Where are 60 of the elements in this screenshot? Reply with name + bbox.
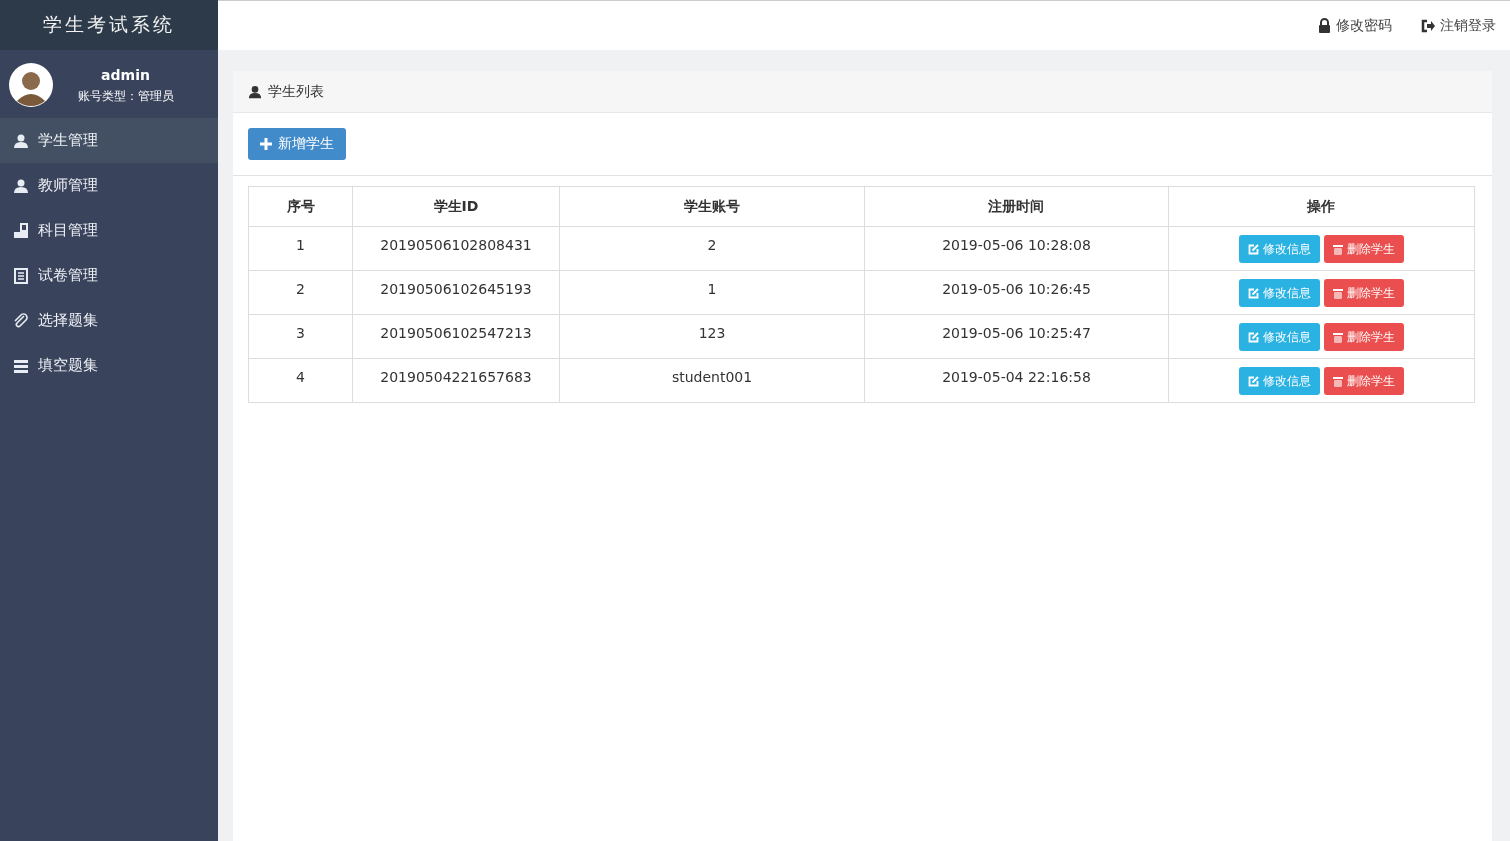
account-type: 账号类型：管理员 xyxy=(76,88,175,104)
sidebar-item[interactable]: 科目管理 xyxy=(0,208,218,253)
edit-icon xyxy=(1247,287,1259,299)
trash-icon xyxy=(1332,375,1343,387)
table-cell: 20190504221657683 xyxy=(352,358,560,403)
user-icon xyxy=(13,177,29,194)
delete-button[interactable]: 删除学生 xyxy=(1323,279,1404,307)
edit-button[interactable]: 修改信息 xyxy=(1238,367,1320,395)
paperclip-icon xyxy=(13,312,29,329)
table-cell: 20190506102808431 xyxy=(352,226,560,271)
table-cell: 20190506102547213 xyxy=(352,314,560,359)
logout-link[interactable]: 注销登录 xyxy=(1420,16,1496,35)
table-cell: 2 xyxy=(559,226,865,271)
column-header: 序号 xyxy=(248,186,353,227)
edit-icon xyxy=(1247,243,1259,255)
trash-icon xyxy=(1332,331,1343,343)
panel-title: 学生列表 xyxy=(268,82,324,101)
column-header: 操作 xyxy=(1168,186,1475,227)
sidebar-item[interactable]: 选择题集 xyxy=(0,298,218,343)
edit-button[interactable]: 修改信息 xyxy=(1238,279,1320,307)
change-password-link[interactable]: 修改密码 xyxy=(1318,16,1392,35)
user-name: admin xyxy=(100,66,151,83)
sidebar-item[interactable]: 教师管理 xyxy=(0,163,218,208)
edit-button[interactable]: 修改信息 xyxy=(1238,323,1320,351)
table-cell: 1 xyxy=(248,226,353,271)
app-title: 学生考试系统 xyxy=(0,0,218,50)
trash-icon xyxy=(1332,243,1343,255)
sidebar-item[interactable]: 试卷管理 xyxy=(0,253,218,298)
table-cell: 2 xyxy=(248,270,353,315)
add-student-button[interactable]: 新增学生 xyxy=(248,128,346,160)
delete-button[interactable]: 删除学生 xyxy=(1323,367,1404,395)
table-cell: 2019-05-06 10:26:45 xyxy=(864,270,1169,315)
edit-button[interactable]: 修改信息 xyxy=(1238,235,1320,263)
table-cell: 2019-05-04 22:16:58 xyxy=(864,358,1169,403)
column-header: 注册时间 xyxy=(864,186,1169,227)
table-cell: student001 xyxy=(559,358,865,403)
table-cell: 123 xyxy=(559,314,865,359)
table-cell: 3 xyxy=(248,314,353,359)
table-cell: 4 xyxy=(248,358,353,403)
table-cell: 1 xyxy=(559,270,865,315)
column-header: 学生ID xyxy=(352,186,560,227)
user-icon xyxy=(248,84,262,99)
edit-icon xyxy=(1247,375,1259,387)
list-icon xyxy=(13,267,29,284)
avatar-icon xyxy=(9,63,53,107)
table-cell: 2019-05-06 10:25:47 xyxy=(864,314,1169,359)
table-cell: 20190506102645193 xyxy=(352,270,560,315)
lock-icon xyxy=(1318,18,1331,33)
edit-icon xyxy=(1247,331,1259,343)
sidebar-item[interactable]: 填空题集 xyxy=(0,343,218,388)
plus-icon xyxy=(260,138,272,150)
column-header: 学生账号 xyxy=(559,186,865,227)
table-cell: 2019-05-06 10:28:08 xyxy=(864,226,1169,271)
delete-button[interactable]: 删除学生 xyxy=(1323,235,1404,263)
list-icon xyxy=(13,357,29,374)
sidebar-item[interactable]: 学生管理 xyxy=(0,118,218,163)
logout-icon xyxy=(1420,18,1435,33)
trash-icon xyxy=(1332,287,1343,299)
delete-button[interactable]: 删除学生 xyxy=(1323,323,1404,351)
user-icon xyxy=(13,132,29,149)
